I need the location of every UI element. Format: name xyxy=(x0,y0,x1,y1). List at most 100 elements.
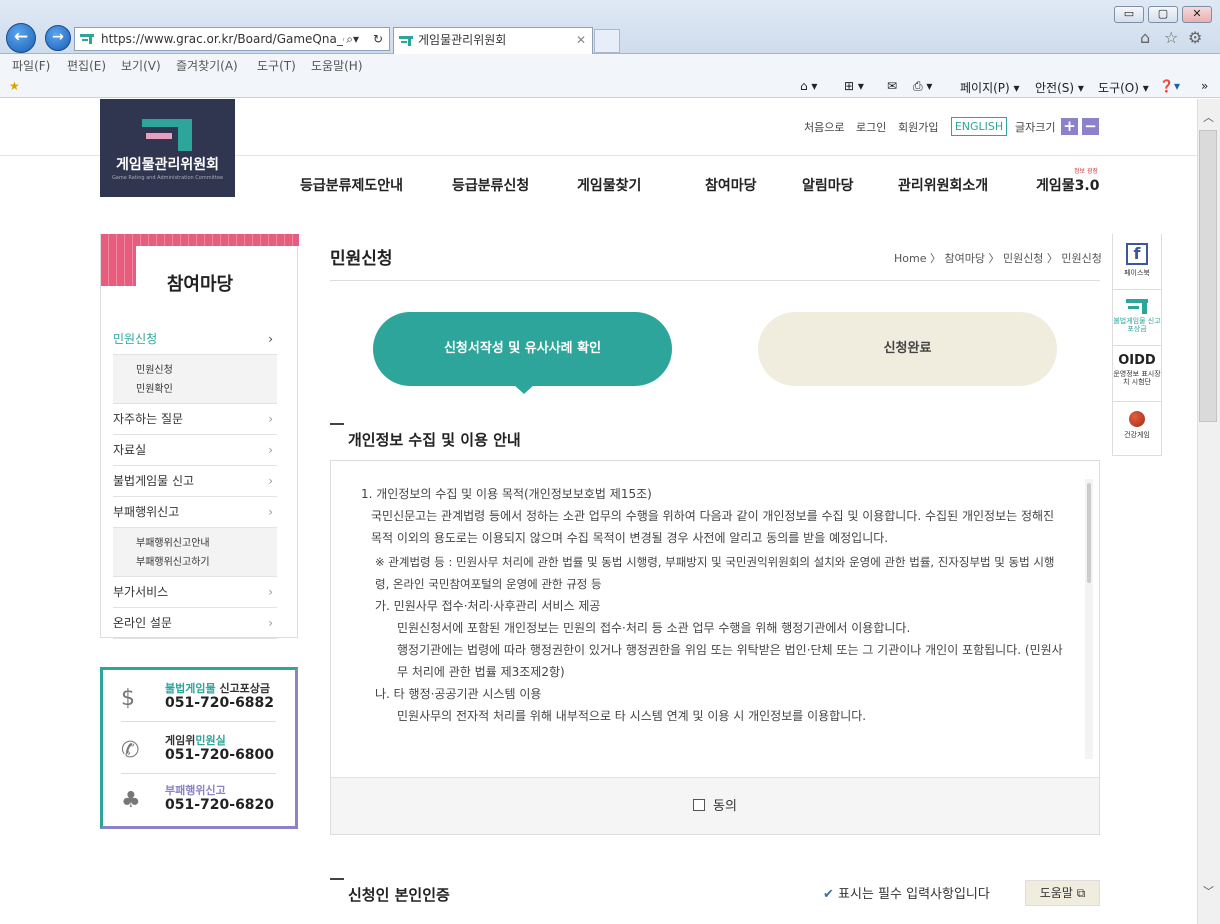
maximize-button[interactable]: ▢ xyxy=(1148,6,1178,23)
quick-oidd[interactable]: OIDD 운영정보 표시장치 시험단 xyxy=(1113,345,1161,401)
menu-view[interactable]: 보기(V) xyxy=(121,57,161,74)
home-icon[interactable]: ⌂ xyxy=(1140,28,1150,47)
scroll-down-icon[interactable]: ﹀ xyxy=(1203,883,1214,899)
contact-label: 불법게임물 신고포상금 xyxy=(165,680,270,696)
contact-label: 게임위민원실 xyxy=(165,732,226,748)
safety-menu-label: 안전(S) xyxy=(1035,81,1075,95)
util-join-link[interactable]: 회원가입 xyxy=(898,119,938,135)
font-size-minus-button[interactable]: − xyxy=(1082,118,1099,135)
gnb-participation[interactable]: 참여마당 xyxy=(705,175,757,195)
close-window-button[interactable]: ✕ xyxy=(1182,6,1212,23)
quick-health[interactable]: 건강게임 xyxy=(1113,401,1161,456)
chevron-right-icon: › xyxy=(268,332,273,346)
new-tab-button[interactable] xyxy=(594,29,620,53)
lnb-sublist-corruption: 부패행위신고안내 부패행위신고하기 xyxy=(113,528,277,577)
close-tab-icon[interactable]: ✕ xyxy=(576,28,586,52)
lnb-sub-corruption-report[interactable]: 부패행위신고하기 xyxy=(136,553,277,572)
back-button[interactable]: ← xyxy=(6,23,36,53)
contact-label-rest: 신고포상금 xyxy=(215,682,271,695)
page-menu[interactable]: 페이지(P) ▾ xyxy=(960,79,1020,96)
print-icon[interactable]: ⎙ ▾ xyxy=(913,79,932,94)
heading-dash xyxy=(330,423,344,425)
help-button[interactable]: 도움말 ⧉ xyxy=(1025,880,1100,906)
tools-menu[interactable]: 도구(O) ▾ xyxy=(1098,79,1149,96)
settings-gear-icon[interactable]: ⚙ xyxy=(1188,28,1202,47)
agree-checkbox[interactable] xyxy=(693,799,706,811)
minimize-button[interactable]: ▭ xyxy=(1114,6,1144,23)
gnb-about[interactable]: 관리위원회소개 xyxy=(898,175,988,195)
grac-icon xyxy=(1126,299,1148,315)
contact-label-highlight: 불법게임물 xyxy=(165,682,216,695)
util-home-link[interactable]: 처음으로 xyxy=(804,119,844,135)
quick-grac[interactable]: 불법게임물 신고포상금 xyxy=(1113,289,1161,345)
privacy-text[interactable]: 1. 개인정보의 수집 및 이용 목적(개인정보보호법 제15조) 국민신문고는… xyxy=(331,461,1099,776)
required-note-text: 표시는 필수 입력사항입니다 xyxy=(838,887,990,902)
util-login-link[interactable]: 로그인 xyxy=(856,119,886,135)
menu-file[interactable]: 파일(F) xyxy=(12,57,50,74)
mail-icon[interactable]: ✉ xyxy=(887,79,897,93)
privacy-line: 민원사무의 전자적 처리를 위해 내부적으로 타 시스템 연계 및 이용 시 개… xyxy=(397,709,867,723)
page-title: 민원신청 xyxy=(330,249,393,269)
safety-menu[interactable]: 안전(S) ▾ xyxy=(1035,79,1084,96)
gnb-rating-apply[interactable]: 등급분류신청 xyxy=(452,175,529,195)
contact-civil[interactable]: ✆ 게임위민원실 051-720-6800 xyxy=(121,726,276,774)
add-favorite-icon[interactable]: ★ xyxy=(9,79,20,93)
page-scroll-thumb[interactable] xyxy=(1199,130,1217,422)
search-icon[interactable]: ⌕▾ xyxy=(344,28,359,50)
contact-corruption[interactable]: ♣ 부패행위신고 051-720-6820 xyxy=(121,776,276,824)
agree-label[interactable]: 동의 xyxy=(713,799,737,814)
lnb-sub-apply[interactable]: 민원신청 xyxy=(136,361,277,380)
refresh-icon[interactable]: ↻ xyxy=(372,28,383,50)
lnb-item-label: 민원신청 xyxy=(113,332,158,346)
overflow-icon[interactable]: » xyxy=(1201,79,1208,93)
contact-label: 부패행위신고 xyxy=(165,784,226,797)
site-logo[interactable]: 게임물관리위원회 Game Rating and Administration … xyxy=(100,99,235,197)
gnb-rating-guide[interactable]: 등급분류제도안내 xyxy=(300,175,403,195)
contact-label-rest: 게임위 xyxy=(165,734,196,747)
feeds-icon[interactable]: ⊞ ▾ xyxy=(844,79,864,93)
help-menu-icon[interactable]: ❓▾ xyxy=(1159,79,1180,93)
home-page-icon[interactable]: ⌂ ▾ xyxy=(800,79,817,93)
favorites-star-icon[interactable]: ☆ xyxy=(1164,28,1178,47)
address-bar[interactable]: https://www.grac.or.kr/Board/GameQna_eP … xyxy=(74,27,390,51)
quick-facebook[interactable]: f 페이스북 xyxy=(1113,234,1161,289)
lnb-sub-corruption-guide[interactable]: 부패행위신고안내 xyxy=(136,534,277,553)
menu-help[interactable]: 도움말(H) xyxy=(311,57,363,74)
browser-tab[interactable]: 게임물관리위원회 ✕ xyxy=(393,27,593,54)
auth-heading-text: 신청인 본인인증 xyxy=(348,886,450,904)
contact-reward[interactable]: $ 불법게임물 신고포상금 051-720-6882 xyxy=(121,674,276,722)
contact-label-highlight: 민원실 xyxy=(195,734,226,747)
privacy-line: 1. 개인정보의 수집 및 이용 목적(개인정보보호법 제15조) xyxy=(361,487,652,501)
lnb-sub-check[interactable]: 민원확인 xyxy=(136,380,277,399)
web-page: 게임물관리위원회 Game Rating and Administration … xyxy=(0,99,1197,924)
privacy-line: 행정기관에는 법령에 따라 행정권한이 있거나 행정권한을 위임 또는 위탁받은… xyxy=(397,643,1063,679)
step-complete: 신청완료 xyxy=(758,312,1057,386)
font-size-plus-button[interactable]: + xyxy=(1061,118,1078,135)
chevron-right-icon: › xyxy=(268,585,273,599)
lnb-item-library[interactable]: 자료실 › xyxy=(113,435,277,466)
chevron-right-icon: › xyxy=(268,474,273,488)
menu-favorites[interactable]: 즐겨찾기(A) xyxy=(176,57,238,74)
chevron-right-icon: › xyxy=(268,412,273,426)
step-active-label: 신청서작성 및 유사사례 확인 xyxy=(443,341,602,356)
required-note: ✔ 표시는 필수 입력사항입니다 xyxy=(823,883,990,902)
lnb-item-extra[interactable]: 부가서비스 › xyxy=(113,577,277,608)
gnb-game-search[interactable]: 게임물찾기 xyxy=(577,175,641,195)
address-url: https://www.grac.or.kr/Board/GameQna_eP xyxy=(101,32,358,46)
privacy-scroll-thumb[interactable] xyxy=(1087,483,1091,583)
scroll-up-icon[interactable]: ︿ xyxy=(1203,109,1214,125)
privacy-heading-text: 개인정보 수집 및 이용 안내 xyxy=(348,431,521,449)
lnb-item-corruption[interactable]: 부패행위신고 › xyxy=(113,497,277,528)
lnb-item-survey[interactable]: 온라인 설문 › xyxy=(113,608,277,639)
menu-tools[interactable]: 도구(T) xyxy=(257,57,296,74)
privacy-line: 나. 타 행정·공공기관 시스템 이용 xyxy=(375,687,542,701)
gnb-notice[interactable]: 알림마당 xyxy=(802,175,854,195)
lnb-item-faq[interactable]: 자주하는 질문 › xyxy=(113,404,277,435)
gnb-game30[interactable]: 게임물3.0 xyxy=(1036,175,1099,195)
forward-button[interactable]: → xyxy=(45,25,71,51)
menu-edit[interactable]: 편집(E) xyxy=(67,57,106,74)
lnb-item-civil[interactable]: 민원신청 › xyxy=(113,324,277,355)
english-button[interactable]: ENGLISH xyxy=(951,117,1007,136)
privacy-line: ※ 관계법령 등 : 민원사무 처리에 관한 법률 및 동법 시행령, 부패방지… xyxy=(375,555,1055,591)
lnb-item-illegal-report[interactable]: 불법게임물 신고 › xyxy=(113,466,277,497)
